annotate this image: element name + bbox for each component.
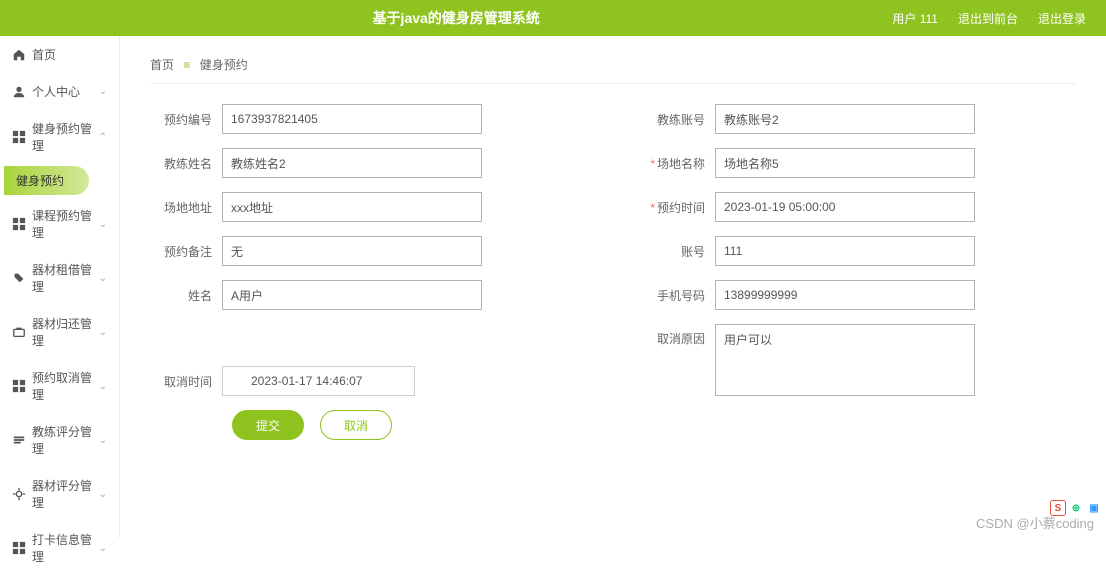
row-reserve-time: *预约时间 [643,192,1076,222]
user-label[interactable]: 用户 111 [892,10,938,27]
row-phone: 手机号码 [643,280,1076,310]
watermark: CSDN @小蔡coding [976,513,1094,532]
sidebar-item-equip-rent[interactable]: 器材租借管理 ⌄ [0,251,119,305]
home-icon [12,48,26,62]
sidebar-item-reserve-cancel[interactable]: 预约取消管理 ⌄ [0,359,119,413]
input-phone[interactable] [715,280,975,310]
grid-icon [12,217,26,231]
cancel-button[interactable]: 取消 [320,410,392,440]
input-name[interactable] [222,280,482,310]
row-account: 账号 [643,236,1076,266]
chevron-down-icon: ⌄ [99,543,107,554]
chevron-down-icon: ⌄ [99,435,107,446]
chevron-down-icon: ⌄ [99,273,107,284]
input-venue-address[interactable] [222,192,482,222]
breadcrumb-sep: ≡ [183,58,190,72]
sidebar-item-home[interactable]: 首页 [0,36,119,73]
breadcrumb: 首页 ≡ 健身预约 [150,56,1076,84]
gear-icon [12,487,26,501]
submit-button[interactable]: 提交 [232,410,304,440]
form: 预约编号 教练姓名 场地地址 预约备注 姓名 [150,104,1076,440]
chevron-down-icon: ⌄ [99,327,107,338]
card-icon [12,541,26,555]
sidebar-item-checkin[interactable]: 打卡信息管理 ⌄ [0,521,119,575]
breadcrumb-home[interactable]: 首页 [150,58,174,72]
header-right: 用户 111 退出到前台 退出登录 [892,10,1086,27]
sidebar-item-coach-rating[interactable]: 教练评分管理 ⌄ [0,413,119,467]
sidebar-item-course-reserve[interactable]: 课程预约管理 ⌄ [0,197,119,251]
input-reserve-note[interactable] [222,236,482,266]
sidebar-item-equip-rating[interactable]: 器材评分管理 ⌄ [0,467,119,521]
sidebar-item-profile[interactable]: 个人中心 ⌄ [0,73,119,110]
chevron-down-icon: ⌄ [99,86,107,97]
input-reserve-time[interactable] [715,192,975,222]
input-reserve-no[interactable] [222,104,482,134]
row-venue-name: *场地名称 [643,148,1076,178]
star-icon [12,433,26,447]
sidebar: 首页 个人中心 ⌄ 健身预约管理 ⌃ 健身预约 课程预约管理 ⌄ 器材租借管理 … [0,36,120,538]
sidebar-submenu-fitness[interactable]: 健身预约 [4,166,89,195]
button-row: 提交 取消 [232,410,583,440]
tool-icon [12,271,26,285]
app-title: 基于java的健身房管理系统 [20,8,892,28]
sidebar-item-fitness-reserve[interactable]: 健身预约管理 ⌃ [0,110,119,164]
chevron-down-icon: ⌄ [99,219,107,230]
row-coach-account: 教练账号 [643,104,1076,134]
return-icon [12,325,26,339]
grid-icon [12,379,26,393]
row-venue-address: 场地地址 [150,192,583,222]
input-coach-name[interactable] [222,148,482,178]
input-coach-account[interactable] [715,104,975,134]
row-reserve-note: 预约备注 [150,236,583,266]
row-cancel-time: 取消时间 [150,366,583,396]
header: 基于java的健身房管理系统 用户 111 退出到前台 退出登录 [0,0,1106,36]
form-right-column: 教练账号 *场地名称 *预约时间 账号 手机号码 [643,104,1076,440]
input-cancel-time[interactable] [222,366,415,396]
chevron-up-icon: ⌃ [99,132,107,143]
row-reserve-no: 预约编号 [150,104,583,134]
back-to-front[interactable]: 退出到前台 [958,10,1018,27]
input-account[interactable] [715,236,975,266]
input-venue-name[interactable] [715,148,975,178]
sidebar-item-equip-return[interactable]: 器材归还管理 ⌄ [0,305,119,359]
breadcrumb-current: 健身预约 [200,58,248,72]
chevron-down-icon: ⌄ [99,489,107,500]
grid-icon [12,130,26,144]
row-name: 姓名 [150,280,583,310]
logout[interactable]: 退出登录 [1038,10,1086,27]
main-content: 首页 ≡ 健身预约 预约编号 教练姓名 场地地址 预约备注 [120,36,1106,538]
row-cancel-reason: 取消原因 用户可以 [643,324,1076,396]
user-icon [12,85,26,99]
chevron-down-icon: ⌄ [99,381,107,392]
input-cancel-reason[interactable]: 用户可以 [715,324,975,396]
form-left-column: 预约编号 教练姓名 场地地址 预约备注 姓名 [150,104,583,440]
row-coach-name: 教练姓名 [150,148,583,178]
